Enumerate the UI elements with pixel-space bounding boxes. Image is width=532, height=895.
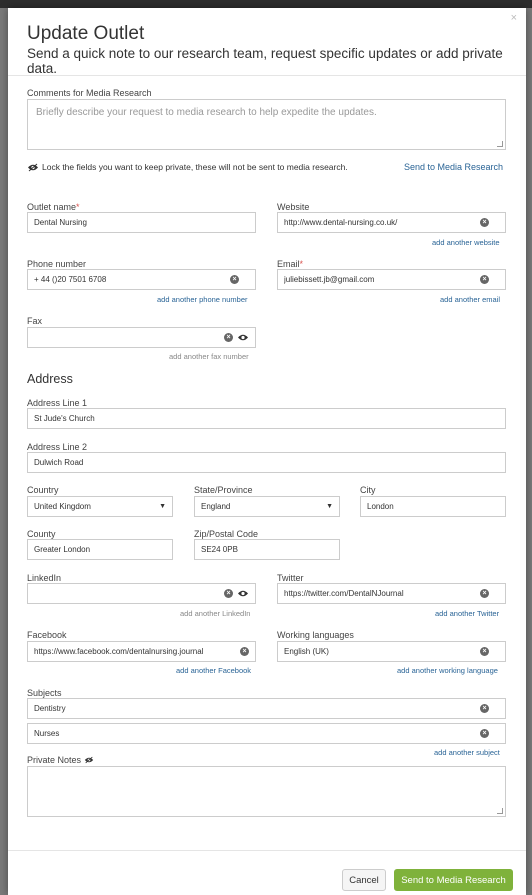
- send-to-media-research-button[interactable]: Send to Media Research: [394, 869, 513, 891]
- fax-input[interactable]: ×: [27, 327, 256, 348]
- linkedin-label: LinkedIn: [27, 573, 62, 583]
- county-label: County: [27, 529, 56, 539]
- email-label: Email*: [277, 259, 304, 269]
- clear-icon[interactable]: ×: [480, 647, 489, 656]
- phone-label: Phone number: [27, 259, 87, 269]
- county-input[interactable]: Greater London: [27, 539, 173, 560]
- eye-icon[interactable]: [237, 589, 249, 598]
- fax-label: Fax: [27, 316, 43, 326]
- private-notes-label: Private Notes: [27, 755, 96, 765]
- outlet-name-label: Outlet name*: [27, 202, 80, 212]
- country-select[interactable]: United Kingdom ▼: [27, 496, 173, 517]
- state-select[interactable]: England ▼: [194, 496, 340, 517]
- website-label: Website: [277, 202, 310, 212]
- add-subject-link[interactable]: add another subject: [434, 748, 500, 757]
- zip-input[interactable]: SE24 0PB: [194, 539, 340, 560]
- subject-item[interactable]: Dentistry ×: [27, 698, 506, 719]
- footer-divider: [8, 850, 526, 851]
- twitter-label: Twitter: [277, 573, 304, 583]
- add-phone-link[interactable]: add another phone number: [157, 295, 248, 304]
- add-email-link[interactable]: add another email: [440, 295, 500, 304]
- comments-label: Comments for Media Research: [27, 88, 152, 98]
- backdrop-topbar: [0, 0, 532, 8]
- facebook-label: Facebook: [27, 630, 67, 640]
- clear-icon[interactable]: ×: [224, 333, 233, 342]
- add-facebook-link[interactable]: add another Facebook: [176, 666, 251, 675]
- modal-title: Update Outlet: [27, 23, 145, 44]
- cancel-button[interactable]: Cancel: [342, 869, 386, 891]
- close-icon[interactable]: ×: [511, 12, 517, 24]
- country-label: Country: [27, 485, 59, 495]
- resize-grip-icon[interactable]: [497, 808, 503, 814]
- chevron-down-icon: ▼: [326, 503, 333, 510]
- subjects-label: Subjects: [27, 688, 62, 698]
- eye-icon: [84, 756, 96, 765]
- privacy-text: Lock the fields you want to keep private…: [42, 162, 348, 172]
- clear-icon[interactable]: ×: [240, 647, 249, 656]
- clear-icon[interactable]: ×: [480, 218, 489, 227]
- modal-header: Update Outlet Send a quick note to our r…: [8, 8, 526, 76]
- comments-placeholder: Briefly describe your request to media r…: [36, 107, 377, 118]
- website-input[interactable]: http://www.dental-nursing.co.uk/×: [277, 212, 506, 233]
- state-label: State/Province: [194, 485, 253, 495]
- update-outlet-modal: Update Outlet Send a quick note to our r…: [8, 8, 526, 895]
- add-twitter-link[interactable]: add another Twitter: [435, 609, 499, 618]
- clear-icon[interactable]: ×: [480, 275, 489, 284]
- add-fax-link[interactable]: add another fax number: [169, 352, 249, 361]
- chevron-down-icon: ▼: [159, 503, 166, 510]
- address-line1-input[interactable]: St Jude's Church: [27, 408, 506, 429]
- eye-icon[interactable]: [237, 333, 249, 342]
- outlet-name-input[interactable]: Dental Nursing: [27, 212, 256, 233]
- linkedin-input[interactable]: ×: [27, 583, 256, 604]
- twitter-input[interactable]: https://twitter.com/DentalNJournal ×: [277, 583, 506, 604]
- private-notes-textarea[interactable]: [27, 766, 506, 817]
- clear-icon[interactable]: ×: [480, 704, 489, 713]
- subject-item[interactable]: Nurses ×: [27, 723, 506, 744]
- phone-input[interactable]: + 44 ()20 7501 6708 ×: [27, 269, 256, 290]
- zip-label: Zip/Postal Code: [194, 529, 259, 539]
- add-linkedin-link[interactable]: add another LinkedIn: [180, 609, 250, 618]
- languages-input[interactable]: English (UK) ×: [277, 641, 506, 662]
- clear-icon[interactable]: ×: [480, 589, 489, 598]
- add-language-link[interactable]: add another working language: [397, 666, 498, 675]
- add-website-link[interactable]: add another website: [432, 238, 500, 247]
- address-heading: Address: [27, 372, 73, 386]
- address-line2-label: Address Line 2: [27, 442, 88, 452]
- privacy-note: Lock the fields you want to keep private…: [27, 162, 348, 172]
- city-label: City: [360, 485, 376, 495]
- resize-grip-icon[interactable]: [497, 141, 503, 147]
- modal-subtitle: Send a quick note to our research team, …: [27, 46, 503, 76]
- city-input[interactable]: London: [360, 496, 506, 517]
- clear-icon[interactable]: ×: [224, 589, 233, 598]
- clear-icon[interactable]: ×: [480, 729, 489, 738]
- address-line2-input[interactable]: Dulwich Road: [27, 452, 506, 473]
- clear-icon[interactable]: ×: [230, 275, 239, 284]
- address-line1-label: Address Line 1: [27, 398, 88, 408]
- email-input[interactable]: juliebissett.jb@gmail.com ×: [277, 269, 506, 290]
- send-to-media-research-link[interactable]: Send to Media Research: [404, 162, 503, 172]
- eye-icon: [27, 163, 39, 172]
- comments-textarea[interactable]: Briefly describe your request to media r…: [27, 99, 506, 150]
- languages-label: Working languages: [277, 630, 354, 640]
- facebook-input[interactable]: https://www.facebook.com/dentalnursing.j…: [27, 641, 256, 662]
